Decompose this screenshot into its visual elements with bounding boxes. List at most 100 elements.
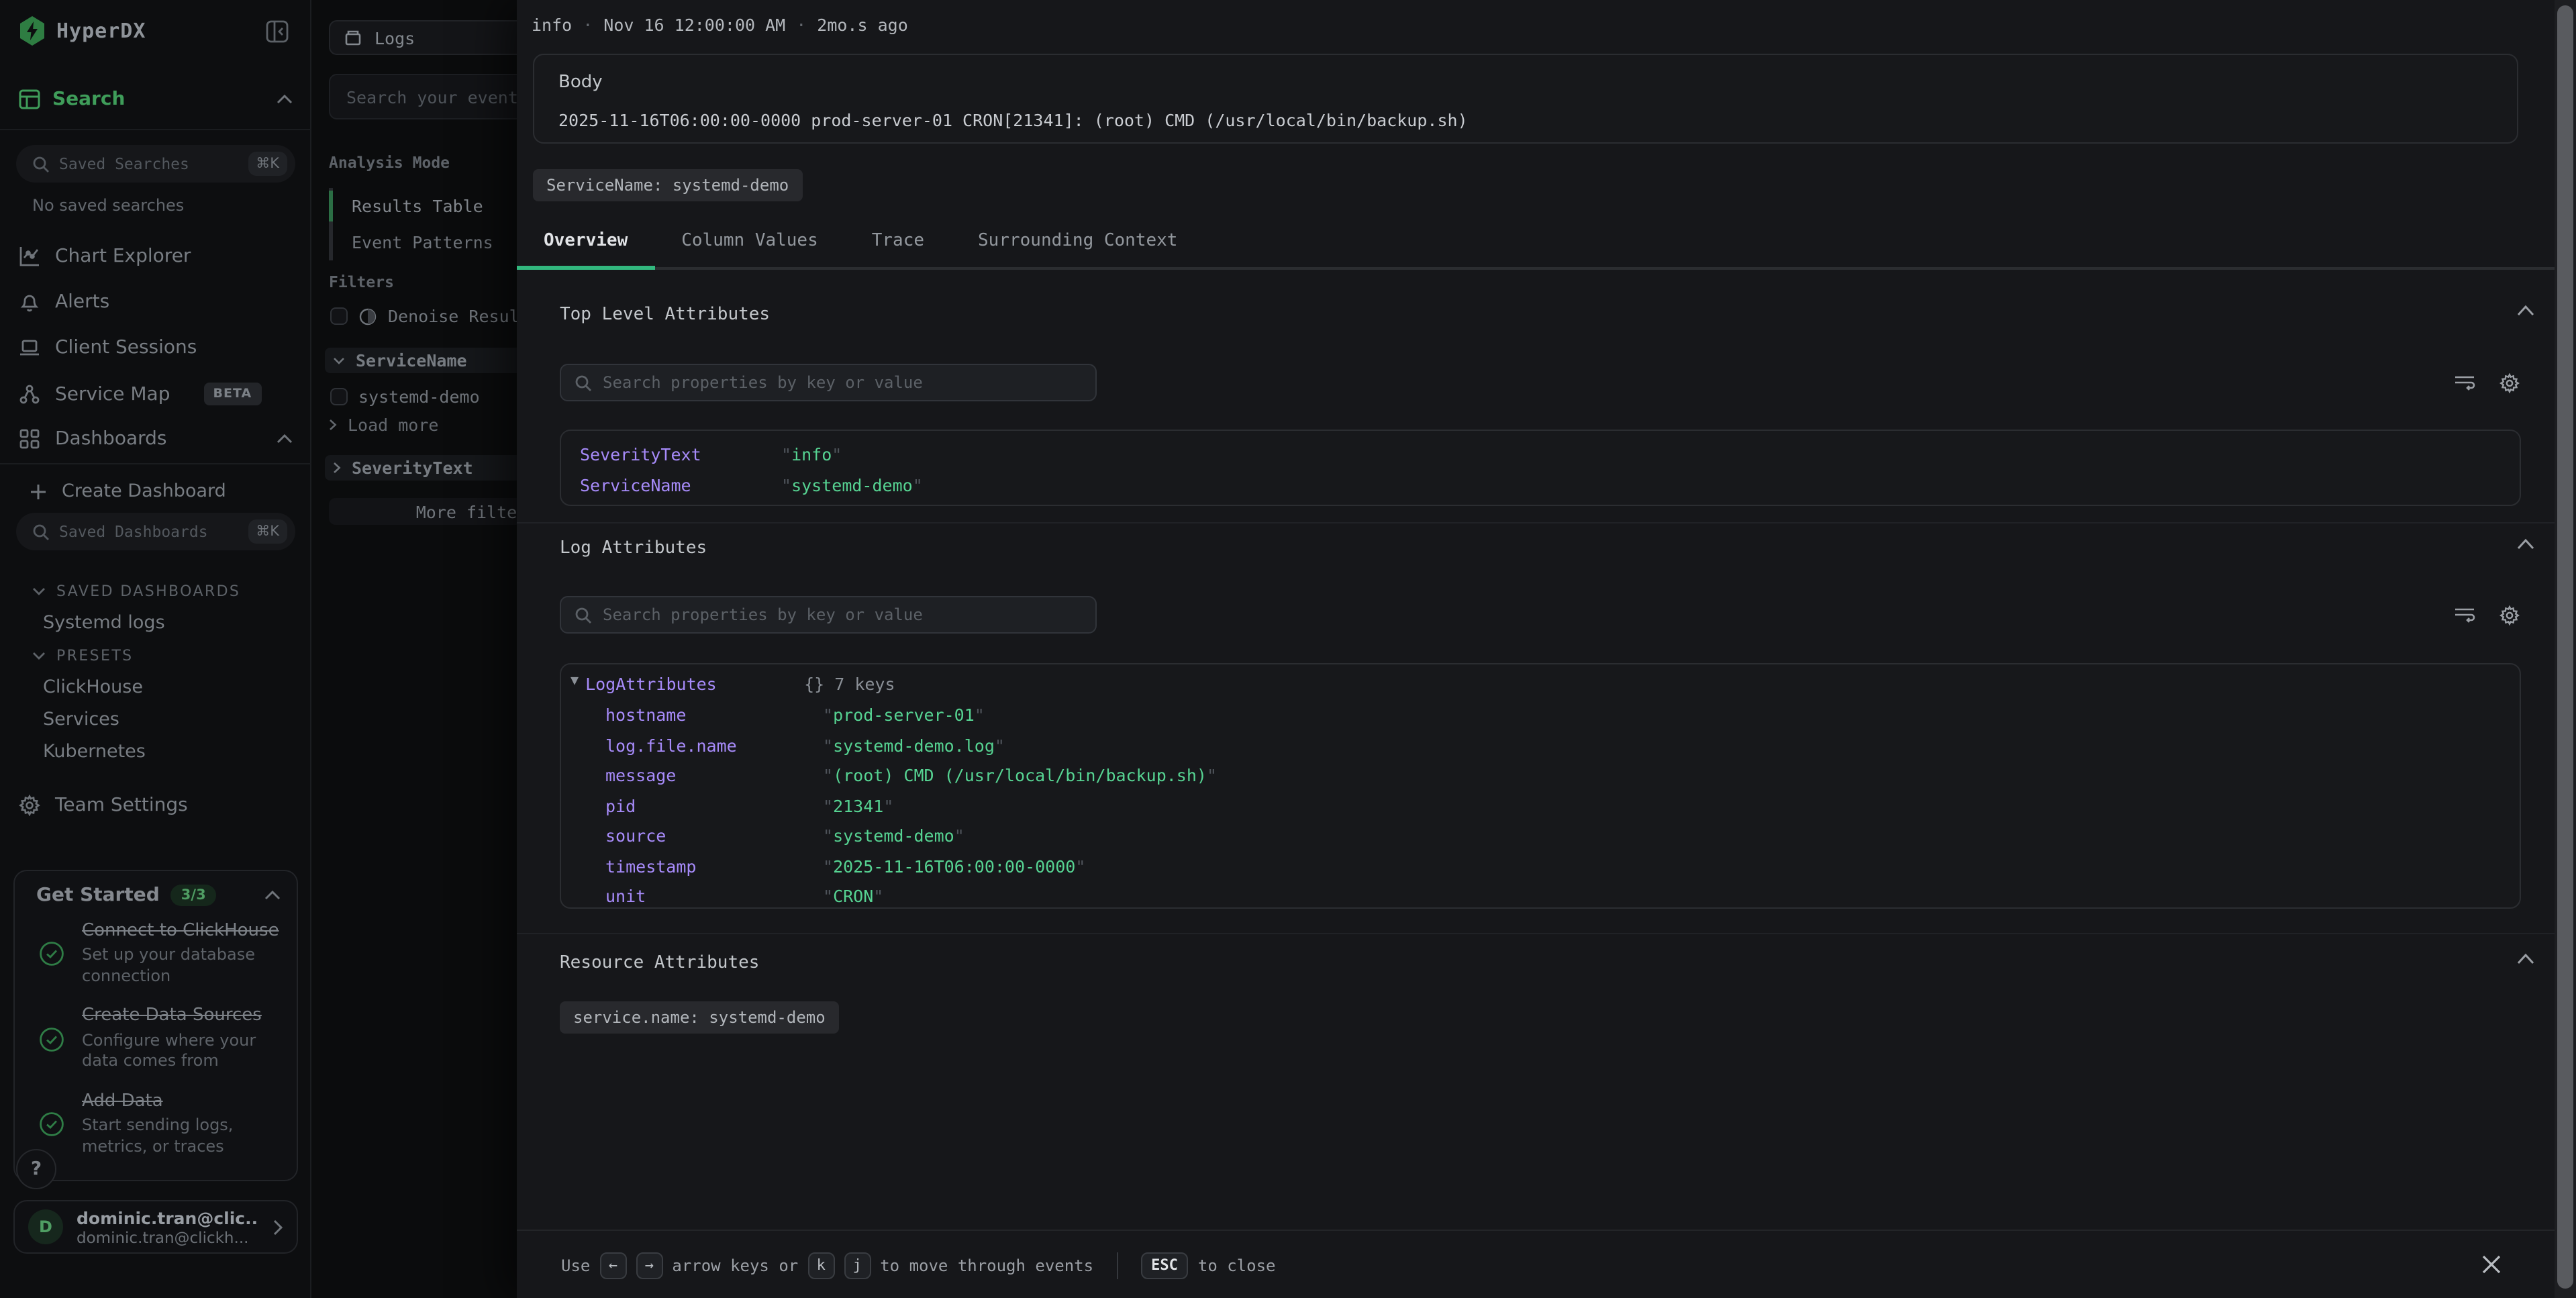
chart-explorer-icon <box>19 246 40 267</box>
facet-value-row[interactable]: systemd-demo <box>330 387 480 407</box>
chevron-up-icon[interactable] <box>2517 305 2534 317</box>
gear-icon <box>19 795 40 816</box>
chevron-up-icon[interactable] <box>2517 953 2534 965</box>
sidebar-item-label: Alerts <box>55 291 109 313</box>
attribute-row[interactable]: hostname prod-server-01 <box>605 705 985 725</box>
service-name-tag[interactable]: ServiceName: systemd-demo <box>533 169 802 201</box>
sidebar-item-label: Service Map <box>55 383 170 405</box>
scrollbar-thumb[interactable] <box>2557 5 2573 1289</box>
saved-searches-input[interactable]: Saved Searches ⌘K <box>16 145 295 183</box>
get-started-progress-badge: 3/3 <box>170 885 217 906</box>
mode-results-table[interactable]: Results Table <box>333 188 493 224</box>
saved-dashboards-input[interactable]: Saved Dashboards ⌘K <box>16 513 295 550</box>
attribute-tree-root[interactable]: ▼ LogAttributes {} 7 keys <box>571 674 895 694</box>
load-more-row[interactable]: Load more <box>329 415 438 435</box>
braces-icon: {} <box>804 674 834 694</box>
wrap-lines-icon[interactable] <box>2454 605 2475 626</box>
attribute-key: unit <box>605 886 823 906</box>
search-placeholder: Search properties by key or value <box>603 605 923 624</box>
get-started-step[interactable]: Add Data Start sending logs, metrics, or… <box>15 1082 297 1167</box>
user-email: dominic.tran@clickh... <box>77 1228 259 1246</box>
plus-icon <box>30 483 47 500</box>
j-keycap: j <box>844 1252 871 1279</box>
saved-dashboards-placeholder: Saved Dashboards <box>59 522 238 541</box>
sidebar-item-client-sessions[interactable]: Client Sessions <box>19 337 293 358</box>
section-title-log-attributes: Log Attributes <box>560 538 707 558</box>
tab-trace[interactable]: Trace <box>845 220 951 267</box>
sidebar-item-service-map[interactable]: Service Map BETA <box>19 383 293 405</box>
step-title: Connect to ClickHouse <box>82 921 283 943</box>
attribute-key: SeverityText <box>580 444 781 464</box>
sidebar-item-alerts[interactable]: Alerts <box>19 291 293 313</box>
denoise-checkbox[interactable] <box>330 307 348 325</box>
tab-column-values[interactable]: Column Values <box>654 220 845 267</box>
get-started-step[interactable]: Connect to ClickHouse Set up your databa… <box>15 911 297 997</box>
mode-event-patterns[interactable]: Event Patterns <box>333 224 493 260</box>
preset-link-kubernetes[interactable]: Kubernetes <box>43 741 146 762</box>
chevron-down-icon <box>333 356 345 364</box>
attribute-row[interactable]: ServiceName systemd-demo <box>580 475 923 495</box>
step-title: Add Data <box>82 1091 283 1113</box>
section-title-resource-attributes: Resource Attributes <box>560 953 759 973</box>
no-saved-searches-note: No saved searches <box>32 196 184 215</box>
wrap-lines-icon[interactable] <box>2454 373 2475 393</box>
sidebar-item-search[interactable]: Search <box>19 89 293 110</box>
gear-icon[interactable] <box>2499 605 2520 626</box>
logo[interactable]: HyperDX <box>19 16 146 46</box>
denoise-icon <box>358 307 377 326</box>
sidebar-item-chart-explorer[interactable]: Chart Explorer <box>19 246 293 267</box>
caret-down-icon[interactable]: ▼ <box>571 674 579 694</box>
analysis-mode-label: Analysis Mode <box>329 153 450 172</box>
tab-surrounding-context[interactable]: Surrounding Context <box>951 220 1204 267</box>
saved-dashboards-section[interactable]: SAVED DASHBOARDS <box>32 583 240 600</box>
step-desc: Configure where your data comes from <box>82 1030 283 1072</box>
close-icon[interactable] <box>2481 1254 2502 1275</box>
chevron-up-icon[interactable] <box>2517 538 2534 550</box>
attribute-key: log.file.name <box>605 735 823 755</box>
facet-value-checkbox[interactable] <box>330 388 348 405</box>
sidebar-item-dashboards[interactable]: Dashboards <box>19 428 293 450</box>
chevron-down-icon <box>32 651 46 660</box>
severity-label: info <box>532 15 572 35</box>
attribute-key: ServiceName <box>580 475 781 495</box>
sidebar-collapse-icon[interactable] <box>266 20 289 43</box>
attribute-key: source <box>605 826 823 846</box>
chevron-up-icon[interactable] <box>264 890 281 901</box>
denoise-results-row[interactable]: Denoise Results <box>330 306 540 326</box>
log-attributes-search-input[interactable]: Search properties by key or value <box>560 596 1097 634</box>
panel-tools <box>2454 605 2520 626</box>
attribute-row[interactable]: SeverityText info <box>580 444 842 464</box>
chevron-up-icon[interactable] <box>277 434 293 444</box>
attribute-row[interactable]: timestamp 2025-11-16T06:00:00-0000 <box>605 856 1085 876</box>
preset-link-services[interactable]: Services <box>43 709 119 730</box>
create-dashboard-button[interactable]: Create Dashboard <box>30 481 303 502</box>
get-started-step[interactable]: Create Data Sources Configure where your… <box>15 997 297 1082</box>
attribute-row[interactable]: pid 21341 <box>605 795 893 815</box>
chevron-right-icon <box>273 1218 283 1236</box>
step-desc: Start sending logs, metrics, or traces <box>82 1115 283 1157</box>
chevron-up-icon[interactable] <box>277 94 293 105</box>
attribute-row[interactable]: message (root) CMD (/usr/local/bin/backu… <box>605 765 1217 785</box>
resource-attribute-tag[interactable]: service.name: systemd-demo <box>560 1001 839 1034</box>
create-dashboard-label: Create Dashboard <box>62 481 226 502</box>
bell-icon <box>19 291 40 313</box>
attribute-key: pid <box>605 795 823 815</box>
user-profile-card[interactable]: D dominic.tran@clic... dominic.tran@clic… <box>13 1200 298 1254</box>
attribute-row[interactable]: log.file.name systemd-demo.log <box>605 735 1005 755</box>
saved-searches-placeholder: Saved Searches <box>59 154 238 173</box>
sidebar-item-team-settings[interactable]: Team Settings <box>19 795 293 816</box>
dashboards-icon <box>19 428 40 450</box>
attribute-row[interactable]: unit CRON <box>605 886 883 906</box>
help-button[interactable]: ? <box>16 1149 56 1189</box>
attribute-key: LogAttributes <box>585 674 804 694</box>
attribute-row[interactable]: source systemd-demo <box>605 826 964 846</box>
tab-overview[interactable]: Overview <box>517 220 654 267</box>
preset-link-clickhouse[interactable]: ClickHouse <box>43 677 143 698</box>
top-level-search-input[interactable]: Search properties by key or value <box>560 364 1097 401</box>
event-timestamp: Nov 16 12:00:00 AM <box>603 15 785 35</box>
app-root: HyperDX Search Saved Searches ⌘K No save… <box>0 0 2576 1298</box>
gear-icon[interactable] <box>2499 373 2520 393</box>
presets-section[interactable]: PRESETS <box>32 647 134 664</box>
scrollbar[interactable] <box>2555 0 2576 1298</box>
dashboard-link-systemd-logs[interactable]: Systemd logs <box>43 612 165 634</box>
